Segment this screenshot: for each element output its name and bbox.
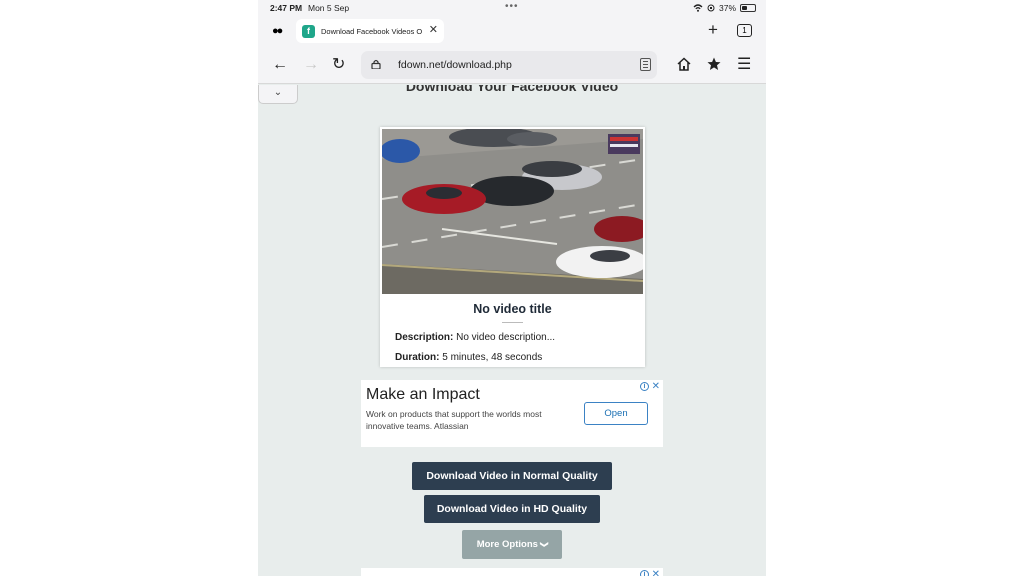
status-icons: 37% <box>693 3 756 13</box>
download-normal-quality-button[interactable]: Download Video in Normal Quality <box>412 462 612 490</box>
status-time: 2:47 PM <box>270 3 303 13</box>
browser-toolbar: ← → ↻ fdown.net/download.php ☰ <box>258 46 766 84</box>
browser-window: 2:47 PM Mon 5 Sep ••• 37% ●● f Download … <box>258 0 766 576</box>
ad-title[interactable]: Make an Impact <box>366 386 480 404</box>
duration-label: Duration: <box>395 352 440 363</box>
lock-icon <box>371 59 381 69</box>
address-bar[interactable]: fdown.net/download.php <box>361 51 657 79</box>
ad-info-icon[interactable]: i <box>640 570 649 576</box>
video-card: No video title Description: No video des… <box>380 127 645 367</box>
ad-open-button[interactable]: Open <box>584 402 648 425</box>
description-label: Description: <box>395 332 454 343</box>
ad-body: Work on products that support the worlds… <box>366 409 542 431</box>
download-hd-quality-button[interactable]: Download Video in HD Quality <box>424 495 600 523</box>
back-arrow-icon[interactable]: ← <box>272 55 288 75</box>
battery-percent: 37% <box>718 3 736 13</box>
advertisement-banner-bottom[interactable]: i ✕ <box>361 568 663 576</box>
chevron-down-icon[interactable]: ⌄ <box>258 85 298 104</box>
reload-icon[interactable]: ↻ <box>332 55 345 75</box>
url-text[interactable]: fdown.net/download.php <box>398 59 512 71</box>
menu-hamburger-icon[interactable]: ☰ <box>737 55 751 75</box>
browser-tab[interactable]: f Download Facebook Videos O ✕ <box>296 19 444 43</box>
video-title: No video title <box>473 302 552 316</box>
web-page: Download Your Facebook Video ⌄ No video … <box>258 85 766 576</box>
wifi-icon <box>693 4 703 12</box>
description-value: No video description... <box>456 332 556 343</box>
home-icon[interactable] <box>677 57 691 71</box>
video-description: Description: No video description... <box>395 332 555 343</box>
private-mode-mask-icon[interactable]: ●● <box>272 25 283 37</box>
orientation-lock-icon <box>707 4 715 12</box>
title-divider <box>502 322 523 323</box>
battery-level-fill <box>742 6 747 10</box>
ad-info-icon[interactable]: i <box>640 382 649 391</box>
ad-close-icon[interactable]: ✕ <box>652 569 660 576</box>
status-date: Mon 5 Sep <box>308 3 350 13</box>
chevron-down-icon: ❯ <box>539 541 549 548</box>
tab-bar: ●● f Download Facebook Videos O ✕ + 1 <box>258 16 766 46</box>
new-tab-plus-icon[interactable]: + <box>708 20 718 40</box>
multitask-dots-icon[interactable]: ••• <box>505 1 519 12</box>
tab-count-button[interactable]: 1 <box>737 24 752 37</box>
bookmark-star-icon[interactable] <box>707 57 721 71</box>
more-options-button[interactable]: More Options ❯ <box>462 530 562 559</box>
advertisement-banner[interactable]: i ✕ Make an Impact Work on products that… <box>361 380 663 447</box>
video-duration: Duration: 5 minutes, 48 seconds <box>395 352 542 363</box>
forward-arrow-icon[interactable]: → <box>303 55 319 75</box>
highway-cars-thumbnail-image <box>382 129 643 294</box>
more-options-label: More Options <box>476 539 538 550</box>
close-tab-icon[interactable]: ✕ <box>429 23 438 36</box>
video-thumbnail[interactable] <box>382 129 643 294</box>
duration-value: 5 minutes, 48 seconds <box>442 352 543 363</box>
tab-title: Download Facebook Videos O <box>321 26 423 36</box>
page-heading: Download Your Facebook Video <box>405 85 619 94</box>
battery-icon <box>740 4 756 12</box>
reader-view-icon[interactable] <box>640 58 651 71</box>
status-bar: 2:47 PM Mon 5 Sep ••• 37% <box>258 0 766 16</box>
facebook-favicon-icon: f <box>302 24 315 38</box>
ad-close-icon[interactable]: ✕ <box>652 381 660 392</box>
